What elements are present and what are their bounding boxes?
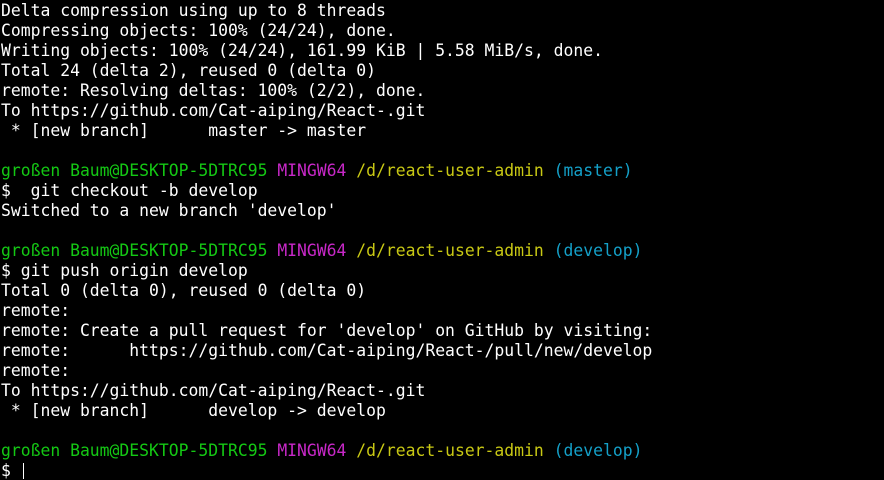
text-cursor [22, 463, 24, 479]
prompt-line: großen Baum@DESKTOP-5DTRC95 MINGW64 /d/r… [1, 441, 884, 461]
prompt-branch: (develop) [553, 241, 643, 260]
prompt-path: /d/react-user-admin [356, 441, 544, 460]
output-line: To https://github.com/Cat-aiping/React-.… [1, 381, 426, 400]
output-line: remote: [1, 301, 71, 320]
output-line: remote: Resolving deltas: 100% (2/2), do… [1, 81, 426, 100]
prompt-system: MINGW64 [277, 241, 347, 260]
prompt-path: /d/react-user-admin [356, 161, 544, 180]
prompt-user-host: großen Baum@DESKTOP-5DTRC95 [1, 161, 268, 180]
prompt-branch: (master) [553, 161, 633, 180]
prompt-path: /d/react-user-admin [356, 241, 544, 260]
prompt-user-host: großen Baum@DESKTOP-5DTRC95 [1, 241, 268, 260]
output-line: Writing objects: 100% (24/24), 161.99 Ki… [1, 41, 603, 60]
output-line: remote: https://github.com/Cat-aiping/Re… [1, 341, 653, 360]
output-line: * [new branch] develop -> develop [1, 401, 386, 420]
active-command-line[interactable]: $ [1, 461, 884, 480]
prompt-branch: (develop) [553, 441, 643, 460]
output-line: Compressing objects: 100% (24/24), done. [1, 21, 396, 40]
prompt-symbol: $ [1, 461, 11, 480]
terminal-window[interactable]: Delta compression using up to 8 threads … [0, 0, 884, 480]
output-line: Total 24 (delta 2), reused 0 (delta 0) [1, 61, 376, 80]
command-line: $ git push origin develop [1, 261, 248, 280]
prompt-system: MINGW64 [277, 161, 347, 180]
prompt-system: MINGW64 [277, 441, 347, 460]
output-line: remote: [1, 361, 71, 380]
output-line: remote: Create a pull request for 'devel… [1, 321, 653, 340]
prompt-user-host: großen Baum@DESKTOP-5DTRC95 [1, 441, 268, 460]
prompt-line: großen Baum@DESKTOP-5DTRC95 MINGW64 /d/r… [1, 241, 884, 261]
output-line: To https://github.com/Cat-aiping/React-.… [1, 101, 426, 120]
output-line: Delta compression using up to 8 threads [1, 1, 386, 20]
command-line: $ git checkout -b develop [1, 181, 258, 200]
prompt-line: großen Baum@DESKTOP-5DTRC95 MINGW64 /d/r… [1, 161, 884, 181]
output-line: Switched to a new branch 'develop' [1, 201, 337, 220]
output-line: * [new branch] master -> master [1, 121, 367, 140]
output-line: Total 0 (delta 0), reused 0 (delta 0) [1, 281, 367, 300]
